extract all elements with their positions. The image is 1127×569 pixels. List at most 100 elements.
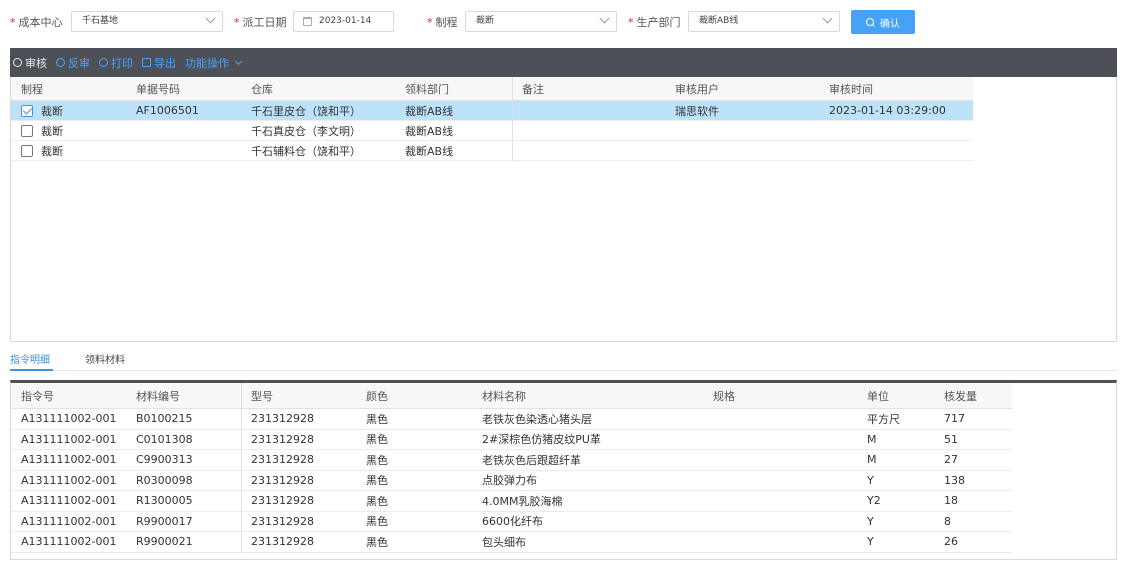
cell-color: 黑色 [366,494,388,508]
cell-unit: Y [867,473,874,487]
cell-order-no: A131111002-001 [21,473,117,487]
tab-order-detail[interactable]: 指令明细 [10,351,50,366]
table-row[interactable]: A131111002-001 C9900313 231312928 黑色 老铁灰色后跟超… [11,450,1012,471]
table-row[interactable]: A131111002-001 R9900017 231312928 黑色 6600化纤布… [11,512,1012,532]
action-toolbar: 审核 反审 打印 导出 功能操作 [10,48,1117,77]
cell-remark [512,121,665,140]
material-detail-table: 指令号 材料编号 型号 颜色 材料名称 规格 单位 核发量 A131111002-001 B010… [10,380,1117,560]
cost-center-label: * 成本中心 [10,16,63,29]
cell-material-name: 4.0MM乳胶海棉 [482,494,563,508]
table-row[interactable]: 裁断 AF1006501 千石里皮仓（饶和平） 裁断AB线 瑞思软件 2023-01-14… [11,101,973,121]
cell-model: 231312928 [251,432,314,446]
cell-order-no: A131111002-001 [21,432,117,446]
export-button[interactable]: 导出 [142,55,176,71]
cell-process: 裁断 [11,121,126,140]
column-header-color[interactable]: 颜色 [356,383,472,408]
column-header-warehouse[interactable]: 仓库 [241,77,395,100]
detail-tabs: 指令明细 领料材料 [10,346,1117,371]
cell-unit: 平方尺 [867,412,900,426]
tab-picking-materials[interactable]: 领料材料 [85,351,125,366]
cell-spec [703,430,857,450]
cell-color: 黑色 [366,535,388,549]
cell-issued-qty: 18 [944,494,958,508]
cell-issued-qty: 51 [944,432,958,446]
table-row[interactable]: A131111002-001 R0300098 231312928 黑色 点胶弹力布 Y 1… [11,471,1012,491]
more-actions-dropdown[interactable]: 功能操作 [185,55,243,71]
column-header-material-code[interactable]: 材料编号 [126,383,241,408]
chevron-down-icon [205,13,216,24]
check-circle-icon [13,58,22,67]
cell-model: 231312928 [251,453,314,467]
unaudit-button[interactable]: 反审 [56,55,90,71]
cell-material-name: 6600化纤布 [482,515,543,529]
row-checkbox[interactable] [21,144,33,157]
search-icon [866,17,875,27]
table-header: 指令号 材料编号 型号 颜色 材料名称 规格 单位 核发量 [11,383,1012,409]
table-row[interactable]: 裁断 千石真皮仓（李文明） 裁断AB线 [11,121,973,141]
column-header-material-name[interactable]: 材料名称 [472,383,703,408]
chevron-down-icon [599,13,610,24]
column-divider [512,77,513,161]
cell-process: 裁断 [11,101,126,120]
cell-material-name: 老铁灰色染透心猪头层 [482,412,592,426]
cell-order-no: A131111002-001 [21,494,117,508]
cell-material-code: C0101308 [136,432,193,446]
column-header-auditor[interactable]: 审核用户 [665,77,819,100]
cell-material-code: B0100215 [136,412,193,426]
column-header-unit[interactable]: 单位 [857,383,934,408]
table-row[interactable]: A131111002-001 C0101308 231312928 黑色 2#深棕色仿猪… [11,430,1012,450]
dispatch-date-label: * 派工日期 [234,16,287,29]
audit-button[interactable]: 审核 [13,55,47,71]
cell-dept: 裁断AB线 [405,144,454,158]
cell-model: 231312928 [251,494,314,508]
cell-material-code: C9900313 [136,453,193,467]
column-header-dept[interactable]: 领料部门 [395,77,512,100]
cell-material-name: 点胶弹力布 [482,474,537,488]
cell-unit: Y [867,514,874,528]
column-header-doc-no[interactable]: 单据号码 [126,77,241,100]
column-header-audit-time[interactable]: 审核时间 [819,77,973,100]
cell-color: 黑色 [366,515,388,529]
cell-spec [703,450,857,470]
print-button[interactable]: 打印 [99,55,133,71]
column-header-model[interactable]: 型号 [241,383,356,408]
table-row[interactable]: A131111002-001 B0100215 231312928 黑色 老铁灰色染透心… [11,409,1012,430]
cell-issued-qty: 27 [944,453,958,467]
process-select[interactable]: 裁断 [465,11,617,32]
column-header-issued-qty[interactable]: 核发量 [934,383,1012,408]
active-tab-indicator [10,369,53,371]
production-dept-select[interactable]: 裁断AB线 [688,11,840,32]
audit-list-table: 制程 单据号码 仓库 领料部门 备注 审核用户 审核时间 裁断 AF1006501 千石里皮仓（饶… [10,77,1117,342]
cell-model: 231312928 [251,514,314,528]
cell-spec [703,409,857,429]
cell-color: 黑色 [366,474,388,488]
cell-spec [703,532,857,552]
table-header: 制程 单据号码 仓库 领料部门 备注 审核用户 审核时间 [11,77,973,101]
table-row[interactable]: 裁断 千石辅料仓（饶和平） 裁断AB线 [11,141,973,161]
row-checkbox[interactable] [21,104,33,117]
production-dept-label: * 生产部门 [628,16,681,29]
chevron-down-icon [234,57,243,65]
column-header-remark[interactable]: 备注 [512,77,665,100]
column-header-spec[interactable]: 规格 [703,383,857,408]
table-row[interactable]: A131111002-001 R9900021 231312928 黑色 包头细布 Y 26 [11,532,1012,553]
cell-auditor [665,121,819,140]
cell-unit: M [867,453,877,467]
export-icon [142,58,151,67]
dispatch-date-picker[interactable]: 2023-01-14 [293,11,394,32]
cost-center-select[interactable]: 千石基地 [71,11,223,32]
process-label: * 制程 [427,16,458,29]
cell-doc-no [126,121,241,140]
cell-material-code: R0300098 [136,473,193,487]
cell-material-name: 老铁灰色后跟超纤革 [482,453,581,467]
column-header-process[interactable]: 制程 [11,77,126,100]
cell-model: 231312928 [251,535,314,549]
cell-unit: Y2 [867,494,881,508]
cell-order-no: A131111002-001 [21,535,117,549]
confirm-button[interactable]: 确认 [851,10,915,34]
cell-unit: M [867,432,877,446]
undo-circle-icon [56,58,65,67]
row-checkbox[interactable] [21,124,33,137]
table-row[interactable]: A131111002-001 R1300005 231312928 黑色 4.0MM乳胶… [11,491,1012,512]
column-header-order-no[interactable]: 指令号 [11,383,126,408]
